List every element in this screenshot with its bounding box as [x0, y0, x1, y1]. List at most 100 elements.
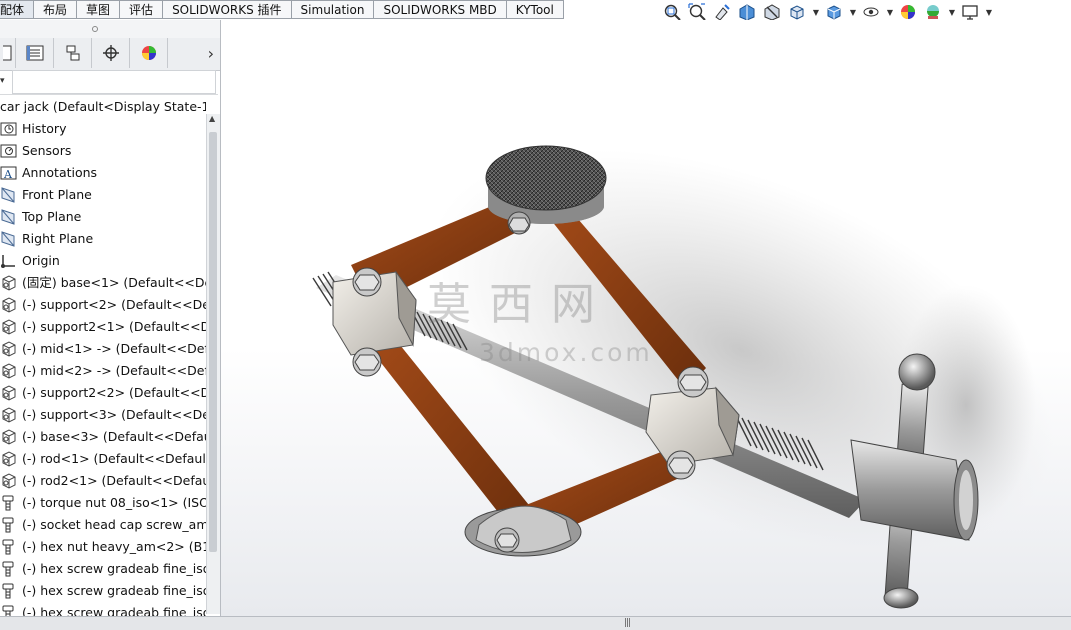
- part-icon: [0, 341, 18, 357]
- graphics-viewport[interactable]: 莫西网 3dmox.com: [221, 20, 1071, 616]
- section-view-icon[interactable]: [737, 2, 757, 22]
- tab-solidworks-mbd[interactable]: SOLIDWORKS MBD: [374, 0, 507, 19]
- tree-item[interactable]: (-) hex screw gradeab fine_iso<: [0, 580, 206, 602]
- view-orientation-icon[interactable]: [787, 2, 807, 22]
- hide-show-items-icon[interactable]: [861, 2, 881, 22]
- tree-item-label: Annotations: [22, 165, 98, 180]
- tree-item[interactable]: Sensors: [0, 140, 206, 162]
- history-icon: [0, 121, 18, 137]
- bottom-grip[interactable]: |||: [624, 618, 631, 628]
- tree-item[interactable]: (-) base<3> (Default<<Default:: [0, 426, 206, 448]
- tree-item[interactable]: Origin: [0, 250, 206, 272]
- tab-layout[interactable]: 布局: [34, 0, 78, 19]
- tab-evaluate[interactable]: 评估: [120, 0, 164, 19]
- view-orientation-dropdown-icon[interactable]: ▼: [812, 2, 820, 22]
- manager-tabs: ›: [0, 38, 220, 71]
- fastener-icon: [0, 517, 18, 533]
- plane-icon: [0, 209, 18, 225]
- tree-scrollbar[interactable]: ▲: [206, 114, 220, 614]
- tab-sketch[interactable]: 草图: [77, 0, 121, 19]
- fastener-icon: [0, 561, 18, 577]
- tree-item[interactable]: (-) rod<1> (Default<<Default>_: [0, 448, 206, 470]
- tree-item[interactable]: (-) support<3> (Default<<Defa: [0, 404, 206, 426]
- tree-item-label: (-) hex screw gradeab fine_iso<: [22, 561, 206, 576]
- command-manager-tabs: 配体 布局 草图 评估 SOLIDWORKS 插件 Simulation SOL…: [0, 0, 564, 20]
- tree-item[interactable]: (-) torque nut 08_iso<1> (ISO 1: [0, 492, 206, 514]
- tree-item-label: (-) support2<2> (Default<<Def: [22, 385, 206, 400]
- zoom-to-area-icon[interactable]: [687, 2, 707, 22]
- tree-item[interactable]: (-) mid<2> -> (Default<<Defau: [0, 360, 206, 382]
- tree-item[interactable]: History: [0, 118, 206, 140]
- tree-item-label: (-) socket head cap screw_am<: [22, 517, 206, 532]
- tree-item-label: (-) base<3> (Default<<Default:: [22, 429, 206, 444]
- plane-icon: [0, 231, 18, 247]
- tree-item-label: (-) mid<1> -> (Default<<Defau: [22, 341, 206, 356]
- feature-tree: car jack (Default<Display State-1>) Hist…: [0, 96, 206, 616]
- tab-kytool[interactable]: KYTool: [506, 0, 564, 19]
- edit-appearance-icon[interactable]: [898, 2, 918, 22]
- apply-scene-icon[interactable]: [923, 2, 943, 22]
- chevron-right-icon[interactable]: ›: [208, 44, 214, 63]
- tree-item[interactable]: (-) support2<2> (Default<<Def: [0, 382, 206, 404]
- part-icon: [0, 363, 18, 379]
- tab-simulation[interactable]: Simulation: [291, 0, 375, 19]
- fastener-icon: [0, 495, 18, 511]
- plane-icon: [0, 187, 18, 203]
- configuration-manager-icon[interactable]: [54, 38, 92, 68]
- scroll-up-icon[interactable]: ▲: [209, 114, 215, 123]
- tree-item-label: Right Plane: [22, 231, 94, 246]
- tree-item[interactable]: A Annotations: [0, 162, 206, 184]
- tree-item-label: (-) mid<2> -> (Default<<Defau: [22, 363, 206, 378]
- tree-item-label: Top Plane: [22, 209, 82, 224]
- tree-item[interactable]: Top Plane: [0, 206, 206, 228]
- tree-item[interactable]: (-) hex nut heavy_am<2> (B18.2: [0, 536, 206, 558]
- dimxpert-manager-icon[interactable]: [92, 38, 130, 68]
- tree-item-label: (-) rod<1> (Default<<Default>_: [22, 451, 206, 466]
- tree-item[interactable]: (-) mid<1> -> (Default<<Defau: [0, 338, 206, 360]
- tree-item[interactable]: (-) hex screw gradeab fine_iso<: [0, 602, 206, 616]
- svg-text:A: A: [3, 168, 13, 181]
- property-manager-icon[interactable]: [16, 38, 54, 68]
- tree-item[interactable]: (固定) base<1> (Default<<Defa: [0, 272, 206, 294]
- tab-solidworks-addins[interactable]: SOLIDWORKS 插件: [163, 0, 292, 19]
- tree-item-label: (-) hex screw gradeab fine_iso<: [22, 605, 206, 616]
- part-icon: [0, 429, 18, 445]
- filter-caret-icon[interactable]: ▾: [0, 76, 5, 86]
- part-icon: [0, 275, 18, 291]
- view-settings-dropdown-icon[interactable]: ▼: [985, 2, 993, 22]
- display-style-dropdown-icon[interactable]: ▼: [849, 2, 857, 22]
- previous-view-icon[interactable]: [712, 2, 732, 22]
- zoom-to-fit-icon[interactable]: [662, 2, 682, 22]
- tree-item[interactable]: Front Plane: [0, 184, 206, 206]
- tree-item-label: History: [22, 121, 67, 136]
- dynamic-annotation-icon[interactable]: [762, 2, 782, 22]
- part-icon: [0, 451, 18, 467]
- view-settings-icon[interactable]: [960, 2, 980, 22]
- tree-item[interactable]: (-) socket head cap screw_am<: [0, 514, 206, 536]
- scroll-thumb[interactable]: [209, 132, 217, 552]
- apply-scene-dropdown-icon[interactable]: ▼: [948, 2, 956, 22]
- panel-grip[interactable]: [0, 20, 220, 38]
- tree-item[interactable]: (-) support2<1> (Default<<Def: [0, 316, 206, 338]
- tree-item-label: (-) rod2<1> (Default<<Default>: [22, 473, 206, 488]
- car-jack-model[interactable]: [221, 20, 1071, 616]
- tree-root[interactable]: car jack (Default<Display State-1>): [0, 96, 206, 118]
- tree-item-label: Sensors: [22, 143, 72, 158]
- tree-item-label: Front Plane: [22, 187, 92, 202]
- tree-filter-input[interactable]: [12, 70, 216, 94]
- part-icon: [0, 385, 18, 401]
- fastener-icon: [0, 539, 18, 555]
- tree-item-label: (-) support<2> (Default<<Defa: [22, 297, 206, 312]
- feature-manager-icon[interactable]: [0, 38, 16, 68]
- tab-assembly[interactable]: 配体: [0, 0, 35, 19]
- tree-item[interactable]: (-) support<2> (Default<<Defa: [0, 294, 206, 316]
- filter-row: ▾: [0, 70, 218, 95]
- tree-item[interactable]: (-) hex screw gradeab fine_iso<: [0, 558, 206, 580]
- tree-item[interactable]: Right Plane: [0, 228, 206, 250]
- tree-item[interactable]: (-) rod2<1> (Default<<Default>: [0, 470, 206, 492]
- display-style-icon[interactable]: [824, 2, 844, 22]
- bottom-scrollbar[interactable]: |||: [0, 616, 1071, 630]
- hide-show-dropdown-icon[interactable]: ▼: [886, 2, 894, 22]
- display-manager-icon[interactable]: [130, 38, 168, 68]
- watermark-url: 3dmox.com: [479, 338, 653, 367]
